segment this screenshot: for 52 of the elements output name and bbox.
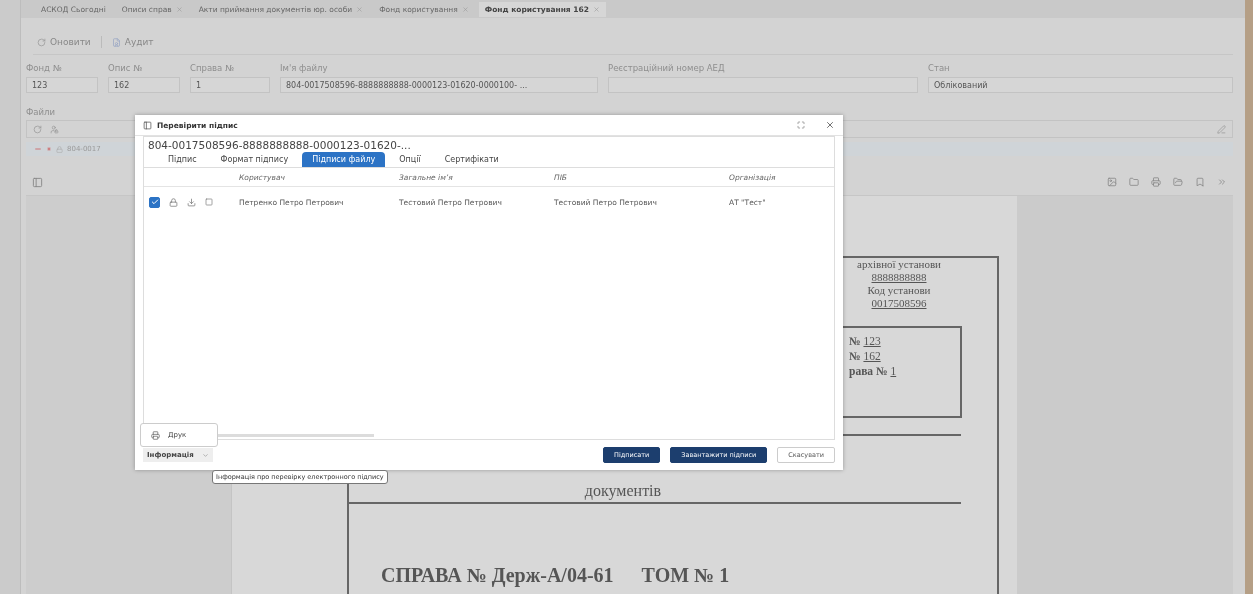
input-field[interactable]: 162 bbox=[108, 77, 180, 93]
minus-icon bbox=[34, 145, 42, 153]
checkbox[interactable] bbox=[149, 196, 160, 208]
lock-icon bbox=[56, 145, 63, 153]
caret-icon bbox=[201, 451, 209, 459]
download-icon[interactable] bbox=[187, 197, 196, 207]
input-field[interactable]: 804-0017508596-8888888888-0000123-01620-0000100- ... bbox=[280, 77, 598, 93]
refresh-icon bbox=[37, 37, 46, 47]
user-lock-icon[interactable] bbox=[50, 124, 59, 134]
section-label: Файли bbox=[26, 107, 56, 117]
dialog-tab[interactable]: Опції bbox=[389, 152, 431, 167]
maximize-icon[interactable] bbox=[797, 121, 805, 129]
document-text: 0017508596 bbox=[871, 297, 927, 310]
dialog-tab[interactable]: Підписи файлу bbox=[302, 152, 386, 167]
printer-icon[interactable] bbox=[1151, 177, 1161, 187]
document-text: рава № 1 bbox=[849, 364, 898, 379]
field-label: Реєстраційний номер АЕД bbox=[608, 63, 726, 73]
folder-icon[interactable] bbox=[1173, 177, 1183, 187]
sidebar-icon[interactable] bbox=[32, 176, 43, 188]
bookmark-icon[interactable] bbox=[1195, 177, 1205, 187]
close-icon[interactable] bbox=[825, 120, 835, 130]
case-title: СПРАВА № Держ-А/04-61 bbox=[381, 564, 614, 587]
audit-icon bbox=[111, 37, 121, 47]
square-icon[interactable] bbox=[205, 198, 213, 206]
pen-icon[interactable] bbox=[1217, 124, 1226, 134]
window-icon bbox=[143, 120, 152, 130]
refresh-icon[interactable] bbox=[33, 124, 42, 134]
lock-icon[interactable] bbox=[169, 197, 178, 207]
field-label: Стан bbox=[928, 63, 951, 73]
asterisk-icon bbox=[46, 146, 52, 152]
document-text: архівної установи bbox=[857, 258, 941, 271]
dialog-tab[interactable]: Сертифікати bbox=[434, 152, 509, 167]
field-label: Справа № bbox=[190, 63, 235, 73]
dialog-tab[interactable]: Формат підпису bbox=[210, 152, 299, 167]
printer-icon bbox=[151, 430, 160, 440]
volume-title: ТОМ № 1 bbox=[641, 564, 730, 587]
input-field[interactable]: Облікований bbox=[928, 77, 1233, 93]
dialog-tab[interactable]: Підпис bbox=[158, 152, 207, 167]
document-text: 8888888888 bbox=[871, 271, 927, 284]
document-text: документів bbox=[584, 482, 662, 500]
input-field[interactable]: 123 bbox=[26, 77, 98, 93]
chevrons-right-icon[interactable] bbox=[1217, 177, 1227, 187]
file-name: 804-0017508596-8888888888-0000123-01620-... bbox=[147, 138, 412, 151]
document-text: № 162 bbox=[849, 349, 882, 364]
document-text: № 123 bbox=[849, 334, 882, 349]
field-label: Опис № bbox=[108, 63, 143, 73]
input-field[interactable]: 1 bbox=[190, 77, 270, 93]
field-label: Ім'я файлу bbox=[280, 63, 329, 73]
field-label: Фонд № bbox=[26, 63, 63, 73]
image-icon[interactable] bbox=[1107, 177, 1117, 187]
folder-icon[interactable] bbox=[1129, 177, 1139, 187]
document-text: Код установи bbox=[867, 284, 931, 297]
